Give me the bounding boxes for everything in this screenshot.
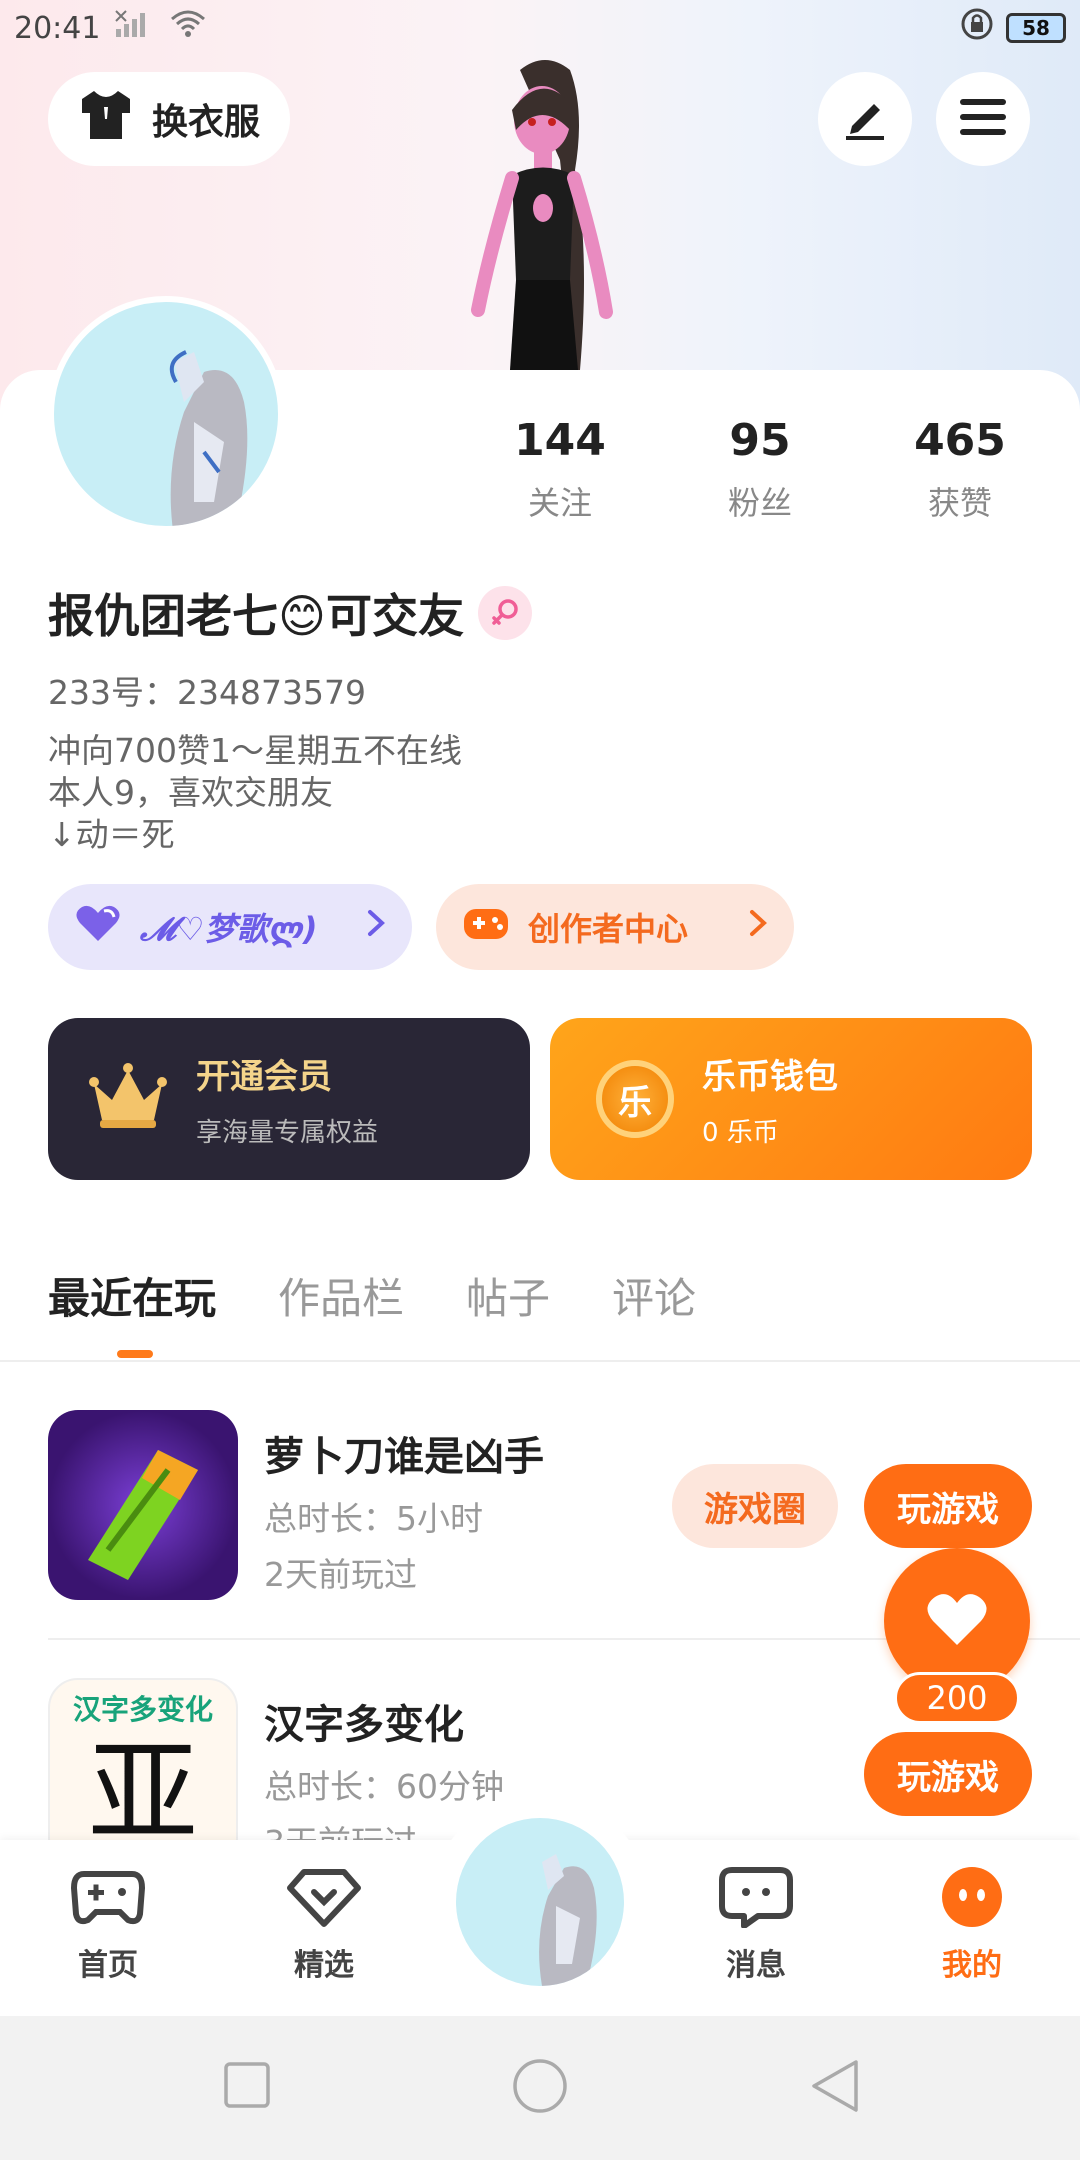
- followers-label: 粉丝: [727, 484, 792, 522]
- nav-me[interactable]: 我的: [892, 1866, 1052, 1984]
- game-icon-character: 亚: [88, 1729, 198, 1857]
- tab-works[interactable]: 作品栏: [278, 1265, 404, 1326]
- nav-avatar-button[interactable]: [456, 1818, 624, 1986]
- dream-song-label: 𝓜♡梦歌ლ): [140, 910, 318, 948]
- chevron-right-icon: [366, 908, 386, 946]
- bio-line: ↓动＝死: [48, 815, 175, 854]
- game-icon-knife: [48, 1410, 238, 1600]
- nav-home[interactable]: 首页: [28, 1866, 188, 1984]
- game-duration: 总时长：60分钟: [264, 1767, 504, 1806]
- tab-recent-played[interactable]: 最近在玩: [48, 1265, 216, 1326]
- bio-line: 本人9，喜欢交朋友: [48, 773, 333, 812]
- active-tab-indicator: [117, 1350, 153, 1358]
- chat-bubble-icon: [718, 1867, 794, 1932]
- profile-stats: 144 关注 95 粉丝 465 获赞: [470, 415, 1050, 524]
- wallet-card[interactable]: 乐 乐币钱包 0 乐币: [550, 1018, 1032, 1180]
- battery-indicator: 58: [1006, 13, 1066, 43]
- nav-featured[interactable]: 精选: [244, 1866, 404, 1984]
- vip-subtitle: 享海量专属权益: [196, 1118, 379, 1148]
- nav-home-label: 首页: [78, 1948, 138, 1983]
- diamond-heart-icon: [286, 1869, 362, 1932]
- creator-center-label: 创作者中心: [528, 910, 689, 948]
- game-title: 汉字多变化: [264, 1702, 464, 1748]
- game-circle-button[interactable]: 游戏圈: [672, 1464, 838, 1548]
- nav-featured-label: 精选: [294, 1948, 354, 1983]
- lock-icon: [960, 7, 994, 49]
- like-count-badge: 200: [894, 1672, 1020, 1724]
- pen-icon: [840, 92, 890, 146]
- wallet-balance: 0 乐币: [702, 1118, 779, 1148]
- following-count: 144: [514, 415, 606, 466]
- nav-messages[interactable]: 消息: [676, 1866, 836, 1984]
- profile-name-row: 报仇团老七😊可交友: [48, 580, 532, 646]
- followers-count: 95: [729, 415, 791, 466]
- recent-apps-icon[interactable]: [222, 2060, 272, 2114]
- change-outfit-label: 换衣服: [151, 102, 260, 143]
- tab-posts[interactable]: 帖子: [466, 1265, 550, 1326]
- coin-icon: 乐: [596, 1060, 674, 1138]
- creator-center-pill[interactable]: 创作者中心: [436, 884, 794, 970]
- status-time: 20:41: [14, 10, 101, 46]
- game-duration: 总时长：5小时: [264, 1499, 483, 1538]
- change-outfit-button[interactable]: 换衣服: [48, 72, 290, 166]
- me-face-icon: [934, 1867, 1010, 1932]
- play-game-button[interactable]: 玩游戏: [864, 1464, 1032, 1548]
- likes-label: 获赞: [927, 484, 992, 522]
- nav-messages-label: 消息: [726, 1948, 786, 1983]
- vip-membership-card[interactable]: 开通会员 享海量专属权益: [48, 1018, 530, 1180]
- game-title: 萝卜刀谁是凶手: [264, 1434, 544, 1480]
- back-triangle-icon[interactable]: [808, 2058, 862, 2118]
- likes-stat[interactable]: 465 获赞: [870, 415, 1050, 524]
- bio-line: 冲向700赞1～星期五不在线: [48, 731, 462, 770]
- profile-tabs: 最近在玩 作品栏 帖子 评论: [48, 1265, 696, 1326]
- divider: [0, 1360, 1080, 1362]
- game-icon-title: 汉字多变化: [72, 1693, 213, 1726]
- user-id: 233号：234873579: [48, 673, 366, 712]
- purple-heart-icon: [74, 903, 122, 951]
- following-label: 关注: [527, 484, 592, 522]
- home-circle-icon[interactable]: [512, 2058, 568, 2118]
- hamburger-menu-icon: [958, 97, 1008, 141]
- menu-button[interactable]: [936, 72, 1030, 166]
- following-stat[interactable]: 144 关注: [470, 415, 650, 524]
- play-game-button[interactable]: 玩游戏: [864, 1732, 1032, 1816]
- signal-icon: [114, 9, 154, 47]
- gamepad-icon: [462, 903, 510, 951]
- profile-avatar[interactable]: [48, 296, 284, 532]
- system-navigation-bar: [0, 2016, 1080, 2160]
- profile-name: 报仇团老七😊可交友: [48, 589, 464, 643]
- shirt-icon: [78, 89, 134, 150]
- wifi-icon: [168, 9, 208, 47]
- tab-comments[interactable]: 评论: [612, 1265, 696, 1326]
- game-last-played: 2天前玩过: [264, 1555, 417, 1594]
- crown-icon: [88, 1062, 168, 1136]
- avatar-3d-character[interactable]: [420, 50, 670, 370]
- wallet-title: 乐币钱包: [702, 1057, 838, 1097]
- gamepad-icon: [70, 1871, 146, 1932]
- profile-bio: 冲向700赞1～星期五不在线 本人9，喜欢交朋友 ↓动＝死: [48, 730, 462, 856]
- nav-me-label: 我的: [942, 1948, 1002, 1983]
- likes-count: 465: [914, 415, 1006, 466]
- vip-title: 开通会员: [196, 1057, 332, 1097]
- female-gender-icon: [477, 586, 532, 640]
- followers-stat[interactable]: 95 粉丝: [670, 415, 850, 524]
- edit-profile-button[interactable]: [818, 72, 912, 166]
- dream-song-pill[interactable]: 𝓜♡梦歌ლ): [48, 884, 412, 970]
- chevron-right-icon: [748, 908, 768, 946]
- status-bar: 20:41 58: [0, 0, 1080, 56]
- heart-icon: [925, 1591, 989, 1651]
